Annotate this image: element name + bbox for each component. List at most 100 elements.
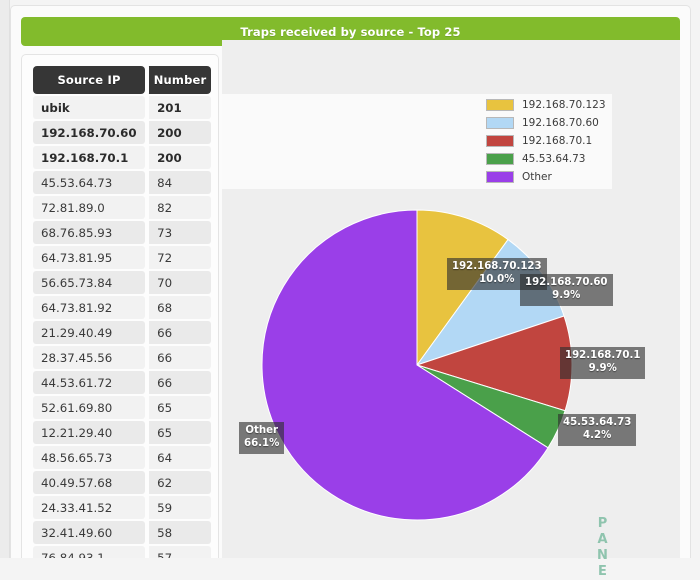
pie-slice-label: 45.53.64.73 4.2% [558,414,637,446]
cell-source-ip: 192.168.70.60 [33,121,146,144]
legend-item[interactable]: 192.168.70.60 [486,114,610,132]
cell-source-ip: 24.33.41.52 [33,496,146,519]
pie-slice-label: 192.168.70.60 9.9% [520,274,613,306]
table-row[interactable]: 64.73.81.95 72 [33,246,211,269]
table-body: ubik 201 192.168.70.60 200 192.168.70.1 200 45… [33,96,211,558]
page-left-gutter [0,0,10,558]
table-row[interactable]: 72.81.89.0 82 [33,196,211,219]
cell-number: 66 [145,346,211,369]
cell-source-ip: 48.56.65.73 [33,446,146,469]
table-row[interactable]: 40.49.57.68 62 [33,471,211,494]
legend-item[interactable]: 45.53.64.73 [486,150,610,168]
pie-slice-label: Other 66.1% [239,422,285,454]
column-header-source-ip[interactable]: Source IP [33,66,146,94]
table-row[interactable]: 24.33.41.52 59 [33,496,211,519]
legend-swatch-icon [486,171,514,183]
legend-swatch-icon [486,135,514,147]
chart-legend: 192.168.70.123 192.168.70.60 192.168.70.… [486,96,610,186]
legend-item-label: 192.168.70.60 [522,117,599,129]
table-row[interactable]: 32.41.49.60 58 [33,521,211,544]
panel-title: Traps received by source - Top 25 [240,24,461,39]
cell-number: 84 [145,171,211,194]
cell-source-ip: 68.76.85.93 [33,221,146,244]
cell-source-ip: 32.41.49.60 [33,521,146,544]
table-row[interactable]: 64.73.81.92 68 [33,296,211,319]
cell-source-ip: 64.73.81.92 [33,296,146,319]
table-row[interactable]: 28.37.45.56 66 [33,346,211,369]
cell-number: 57 [145,546,211,558]
cell-source-ip: 64.73.81.95 [33,246,146,269]
table-head: Source IP Number [33,66,211,94]
source-ip-table: Source IP Number ubik 201 192.168.70.60 200… [33,64,211,558]
column-header-number[interactable]: Number [145,66,211,94]
cell-source-ip: 76.84.93.1 [33,546,146,558]
table-row[interactable]: 56.65.73.84 70 [33,271,211,294]
cell-number: 82 [145,196,211,219]
pie-chart-panel: 192.168.70.123 192.168.70.60 192.168.70.… [222,40,680,558]
pie-slice[interactable] [415,315,573,412]
cell-source-ip: 21.29.40.49 [33,321,146,344]
table-row[interactable]: 52.61.69.80 65 [33,396,211,419]
cell-source-ip: 52.61.69.80 [33,396,146,419]
table-row[interactable]: 44.53.61.72 66 [33,371,211,394]
cell-number: 59 [145,496,211,519]
table-row[interactable]: 68.76.85.93 73 [33,221,211,244]
pie-slice-label-percent: 66.1% [244,437,280,449]
table-row[interactable]: 45.53.64.73 84 [33,171,211,194]
pie-slice-label-name: Other [245,425,279,436]
cell-source-ip: 12.21.29.40 [33,421,146,444]
pie-slice-label-name: 192.168.70.60 [525,277,608,288]
cell-number: 68 [145,296,211,319]
cell-source-ip: ubik [33,96,146,119]
table-row[interactable]: ubik 201 [33,96,211,119]
table-header-row: Source IP Number [33,66,211,94]
legend-swatch-icon [486,153,514,165]
source-table-panel: Source IP Number ubik 201 192.168.70.60 200… [21,54,219,558]
legend-swatch-icon [486,117,514,129]
cell-number: 70 [145,271,211,294]
legend-item-label: 192.168.70.123 [522,99,606,111]
pie-slice[interactable] [415,238,565,366]
table-row[interactable]: 192.168.70.1 200 [33,146,211,169]
cell-number: 58 [145,521,211,544]
pie-slice-label: 192.168.70.123 10.0% [447,258,547,290]
pie-slice-label-percent: 9.9% [552,289,581,301]
table-row[interactable]: 12.21.29.40 65 [33,421,211,444]
cell-number: 64 [145,446,211,469]
cell-number: 200 [145,146,211,169]
pie-slice-label-percent: 9.9% [588,362,617,374]
legend-swatch-icon [486,99,514,111]
legend-item[interactable]: Other [486,168,610,186]
table-row[interactable]: 192.168.70.60 200 [33,121,211,144]
cell-number: 62 [145,471,211,494]
cell-source-ip: 44.53.61.72 [33,371,146,394]
cell-number: 66 [145,371,211,394]
legend-item[interactable]: 192.168.70.1 [486,132,610,150]
table-row[interactable]: 76.84.93.1 57 [33,546,211,558]
pie-slice[interactable] [416,209,509,367]
table-row[interactable]: 21.29.40.49 66 [33,321,211,344]
cell-number: 65 [145,396,211,419]
cell-source-ip: 192.168.70.1 [33,146,146,169]
pie-slice-label-name: 192.168.70.1 [565,350,641,361]
pie-slice[interactable] [261,209,549,521]
cell-number: 65 [145,421,211,444]
cell-number: 201 [145,96,211,119]
cell-number: 73 [145,221,211,244]
pie-slice-label: 192.168.70.1 9.9% [560,347,646,379]
legend-item-label: 192.168.70.1 [522,135,593,147]
legend-item-label: 45.53.64.73 [522,153,586,165]
legend-item-label: Other [522,171,552,183]
legend-item[interactable]: 192.168.70.123 [486,96,610,114]
pie-slice[interactable] [416,364,566,449]
page-frame: Traps received by source - Top 25 Source… [0,0,700,580]
cell-number: 66 [145,321,211,344]
pie-slice-label-percent: 4.2% [583,429,612,441]
cell-source-ip: 40.49.57.68 [33,471,146,494]
cell-number: 72 [145,246,211,269]
pie-slice-label-name: 45.53.64.73 [563,417,632,428]
cell-source-ip: 56.65.73.84 [33,271,146,294]
table-row[interactable]: 48.56.65.73 64 [33,446,211,469]
cell-number: 200 [145,121,211,144]
pie-slice-label-percent: 10.0% [479,273,515,285]
